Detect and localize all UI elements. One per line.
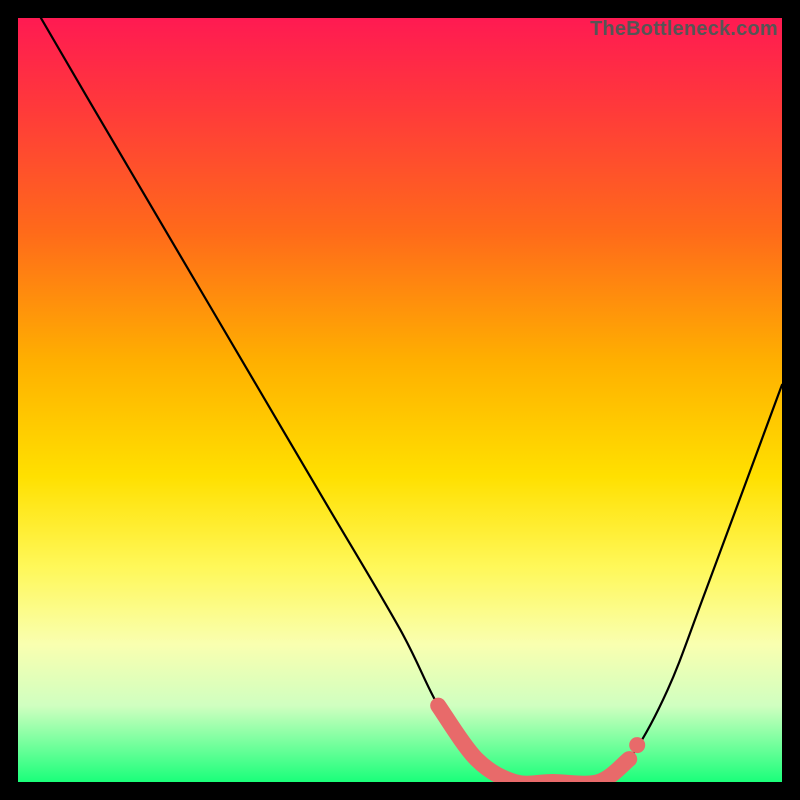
optimal-zone-overlay xyxy=(438,706,629,782)
chart-frame: TheBottleneck.com xyxy=(0,0,800,800)
bottleneck-curve xyxy=(41,18,782,782)
optimal-zone-end-dot xyxy=(629,737,645,753)
plot-area: TheBottleneck.com xyxy=(18,18,782,782)
curve-svg xyxy=(18,18,782,782)
